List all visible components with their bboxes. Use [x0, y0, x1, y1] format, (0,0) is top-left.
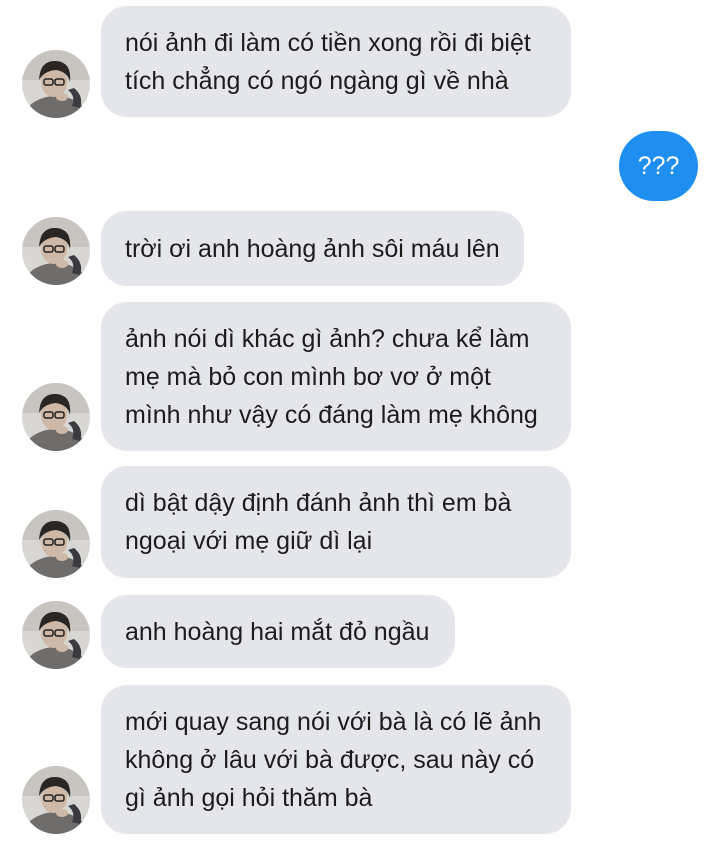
message-bubble-incoming[interactable]: mới quay sang nói với bà là có lẽ ảnh kh… [101, 685, 571, 834]
conversation-thread: nói ảnh đi làm có tiền xong rồi đi biệt … [0, 0, 720, 841]
contact-avatar-icon[interactable] [22, 217, 90, 285]
message-bubble-outgoing[interactable]: ??? [619, 131, 698, 201]
message-bubble-incoming[interactable]: anh hoàng hai mắt đỏ ngầu [101, 595, 455, 668]
contact-avatar-icon[interactable] [22, 601, 90, 669]
message-bubble-incoming[interactable]: ảnh nói dì khác gì ảnh? chưa kể làm mẹ m… [101, 302, 571, 451]
contact-avatar-icon[interactable] [22, 383, 90, 451]
contact-avatar-icon[interactable] [22, 766, 90, 834]
message-bubble-incoming[interactable]: dì bật dậy định đánh ảnh thì em bà ngoại… [101, 466, 571, 578]
contact-avatar-icon[interactable] [22, 50, 90, 118]
message-bubble-incoming[interactable]: nói ảnh đi làm có tiền xong rồi đi biệt … [101, 6, 571, 117]
message-bubble-incoming[interactable]: trời ơi anh hoàng ảnh sôi máu lên [101, 211, 524, 286]
contact-avatar-icon[interactable] [22, 510, 90, 578]
